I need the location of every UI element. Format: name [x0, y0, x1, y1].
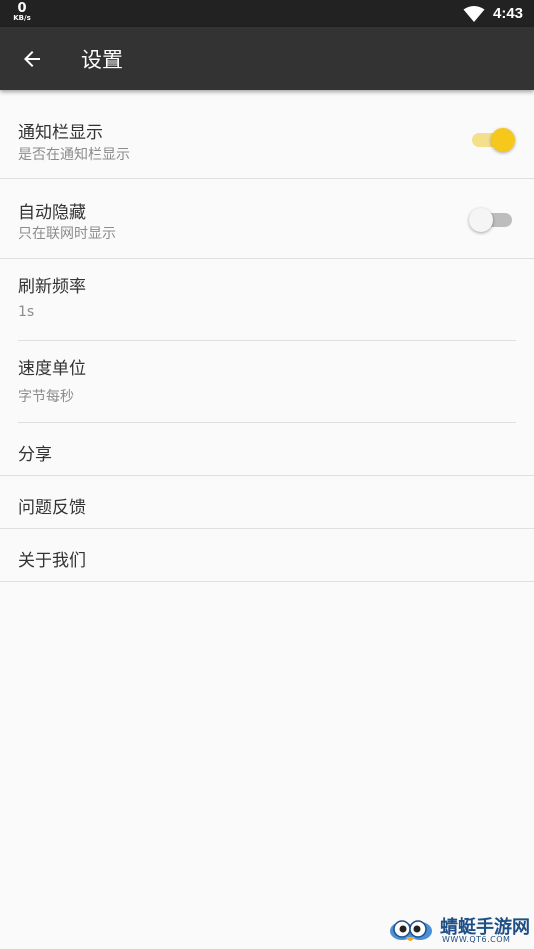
setting-speed-unit[interactable]: 速度单位 字节每秒	[0, 341, 534, 423]
dragonfly-logo-icon	[390, 920, 432, 941]
toggle-thumb	[469, 208, 493, 232]
setting-title: 问题反馈	[18, 498, 86, 518]
status-time: 4:43	[493, 5, 524, 22]
setting-subtitle: 是否在通知栏显示	[18, 147, 130, 163]
setting-title: 刷新频率	[18, 277, 86, 297]
setting-auto-hide[interactable]: 自动隐藏 只在联网时显示	[0, 179, 534, 259]
network-speed-unit: KB/s	[13, 14, 31, 22]
setting-feedback[interactable]: 问题反馈	[0, 476, 534, 529]
app-toolbar: 设置	[0, 27, 534, 90]
status-bar: 0 KB/s 4:43	[0, 0, 534, 27]
setting-title: 速度单位	[18, 359, 86, 379]
watermark: 蜻蜓手游网 WWW.QT6.COM	[386, 909, 534, 949]
setting-title: 分享	[18, 445, 52, 465]
setting-title: 关于我们	[18, 551, 86, 571]
toggle-thumb	[491, 128, 515, 152]
setting-refresh-rate[interactable]: 刷新频率 1s	[0, 259, 534, 341]
setting-subtitle: 只在联网时显示	[18, 226, 116, 242]
notification-bar-toggle[interactable]	[469, 126, 515, 152]
setting-about[interactable]: 关于我们	[0, 529, 534, 582]
network-speed-indicator: 0 KB/s	[10, 2, 34, 22]
wifi-icon	[463, 6, 485, 22]
settings-list: 通知栏显示 是否在通知栏显示 自动隐藏 只在联网时显示 刷新频率 1s 速度单位…	[0, 90, 534, 582]
setting-title: 自动隐藏	[18, 203, 86, 223]
setting-title: 通知栏显示	[18, 123, 103, 143]
setting-value: 字节每秒	[18, 389, 74, 405]
arrow-left-icon[interactable]	[20, 47, 44, 71]
auto-hide-toggle[interactable]	[469, 206, 515, 232]
setting-value: 1s	[18, 304, 35, 320]
setting-share[interactable]: 分享	[0, 423, 534, 476]
setting-notification-bar[interactable]: 通知栏显示 是否在通知栏显示	[0, 90, 534, 179]
divider	[0, 581, 534, 582]
page-title: 设置	[81, 48, 123, 72]
watermark-url: WWW.QT6.COM	[442, 935, 511, 944]
